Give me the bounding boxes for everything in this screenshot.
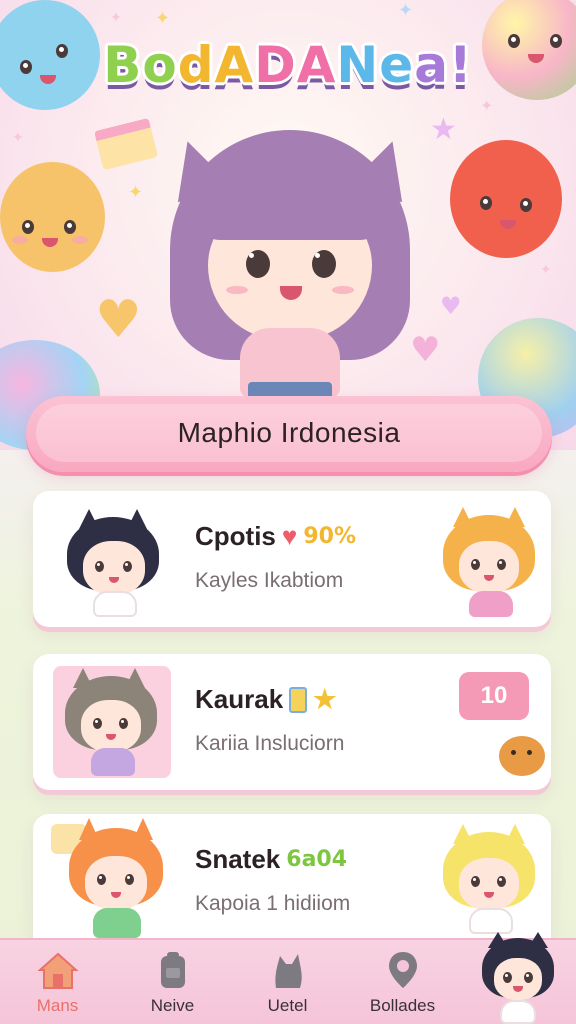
avatar [61,818,173,938]
card-subtitle: Kariia Insluciorn [195,732,345,755]
list-item[interactable]: Snatek 6a04 Kapoia 1 hidiiom [33,814,551,954]
avatar [435,507,545,619]
hero-banner: ✦ ✦ ✦ ★ ✦ ✦ ✦ ✦ ♥ ♥ ♥ BodADANea! [0,0,576,450]
list-item[interactable]: Kaurak ★ Kariia Insluciorn 10 [33,654,551,790]
avatar [478,932,558,1024]
home-icon [36,950,80,990]
nav-profile-avatar[interactable] [460,932,576,1024]
title-part: dA [177,36,255,94]
title-part: Bo [103,36,178,94]
nav-item-bollades[interactable]: Bollades [345,940,460,1024]
orange-mascot [0,162,105,272]
nav-label: Mans [36,996,79,1015]
title-part: DA [254,36,337,94]
app-title: BodADANea! [0,36,576,94]
location-pin-icon [381,950,425,990]
sparkle-icon: ✦ [480,96,494,115]
star-icon: ★ [313,684,337,714]
sparkle-icon: ✦ [128,182,144,203]
card-title: Cpotis ♥ 90% [195,521,356,552]
cake-icon [93,117,159,171]
title-part: a! [414,36,473,94]
book-icon [289,686,308,713]
card-title: Kaurak ★ [195,684,336,715]
list-item[interactable]: Cpotis ♥ 90% Kayles Ikabtiom [33,491,551,627]
main-character [160,100,420,400]
sparkle-icon: ✦ [540,262,552,278]
nav-label: Bollades [369,996,436,1015]
sparkle-icon: ✦ [12,130,24,146]
avatar [61,509,171,617]
region-selector[interactable]: Maphio Irdonesia [26,396,552,472]
nav-item-home[interactable]: Mans [0,940,115,1024]
card-title: Snatek 6a04 [195,844,347,875]
nav-item-uetel[interactable]: Uetel [230,940,345,1024]
nav-label: Uetel [267,996,308,1015]
star-icon: ★ [430,112,457,147]
heart-icon: ♥ [440,292,462,320]
card-title-text: Kaurak [195,684,284,714]
avatar [63,668,163,776]
card-title-text: Cpotis [195,521,276,551]
backpack-icon [151,950,195,990]
card-title-text: Snatek [195,844,281,874]
card-subtitle: Kapoia 1 hidiiom [195,892,351,915]
count-badge: 10 [459,672,529,720]
nav-label: Neive [150,996,195,1015]
red-mascot [450,140,562,258]
region-label: Maphio Irdonesia [36,404,542,462]
sparkle-icon: ✦ [155,8,171,29]
card-stat: 6a04 [286,847,348,872]
title-part: Ne [336,36,415,94]
heart-icon: ♥ [281,521,298,551]
bear-icon [499,736,545,776]
sparkle-icon: ✦ [398,0,414,21]
sparkle-icon: ✦ [110,10,122,26]
avatar [435,824,545,940]
bottom-nav: Mans Neive Uetel Bollades [0,932,576,1024]
nav-item-neive[interactable]: Neive [115,940,230,1024]
card-subtitle: Kayles Ikabtiom [195,569,344,592]
heart-icon: ♥ [95,290,142,350]
cat-icon [266,950,310,990]
card-stat: 90% [303,524,356,549]
